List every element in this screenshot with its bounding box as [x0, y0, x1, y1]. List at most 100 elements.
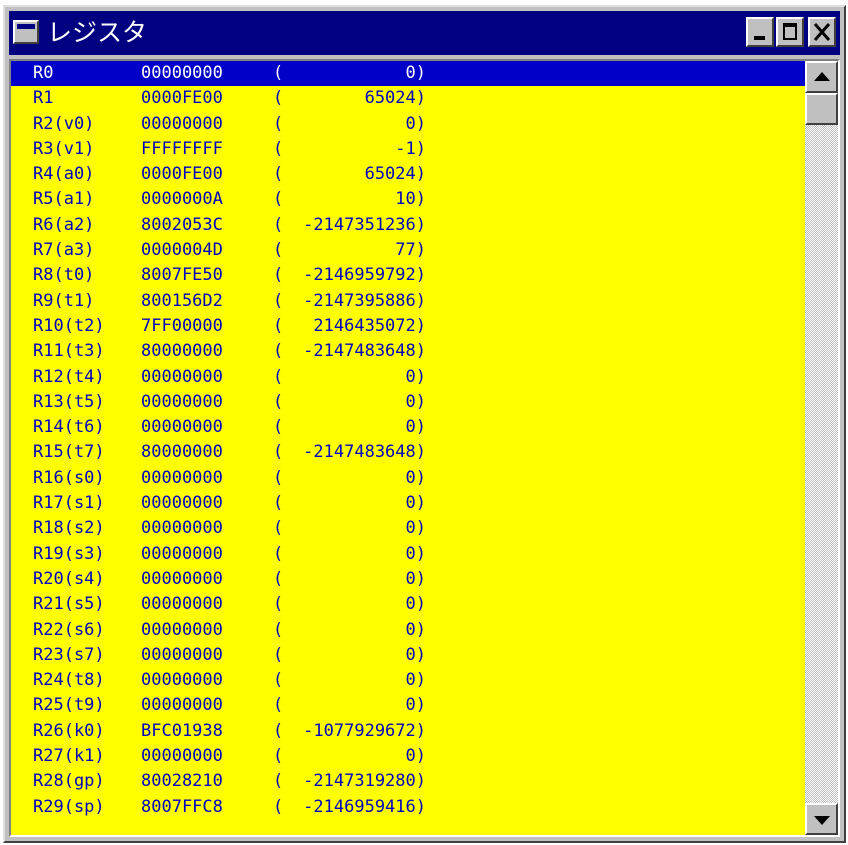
register-row[interactable]: R2(v0) 00000000(0) — [11, 112, 813, 137]
register-list[interactable]: R0 00000000(0) R1 0000FE00(65024) R2(v0) 0000… — [11, 61, 813, 835]
register-hex-value: 00000000 — [141, 619, 223, 640]
register-decimal-value: 0) — [405, 594, 426, 615]
register-row[interactable]: R15(t7) 80000000(-2147483648) — [11, 440, 813, 465]
vertical-scrollbar[interactable] — [805, 61, 838, 835]
scroll-up-button[interactable] — [805, 61, 838, 93]
register-decimal-value: 0) — [405, 366, 426, 387]
register-row[interactable]: R5(a1) 0000000A(10) — [11, 187, 813, 212]
register-hex-value: 800156D2 — [141, 290, 223, 311]
register-hex-value: 00000000 — [141, 644, 223, 665]
register-decimal-value: -2147395886) — [303, 290, 426, 311]
register-name: R11(t3) — [33, 341, 105, 362]
register-row[interactable]: R18(s2) 00000000(0) — [11, 516, 813, 541]
register-row[interactable]: R9(t1) 800156D2(-2147395886) — [11, 289, 813, 314]
register-name: R2(v0) — [33, 113, 95, 134]
register-decimal-value: 0) — [405, 467, 426, 488]
register-hex-value: 00000000 — [141, 366, 223, 387]
register-hex-value: 7FF00000 — [141, 315, 223, 336]
window-title: レジスタ — [47, 18, 148, 47]
register-row[interactable]: R3(v1) FFFFFFFF(-1) — [11, 137, 813, 162]
register-name: R20(s4) — [33, 568, 105, 589]
register-name: R9(t1) — [33, 290, 95, 311]
register-row[interactable]: R7(a3) 0000004D(77) — [11, 238, 813, 263]
register-name: R1 — [33, 88, 54, 109]
register-hex-value: 00000000 — [141, 695, 223, 716]
register-row[interactable]: R17(s1) 00000000(0) — [11, 491, 813, 516]
register-name: R5(a1) — [33, 189, 95, 210]
register-row[interactable]: R23(s7) 00000000(0) — [11, 643, 813, 668]
register-name: R12(t4) — [33, 366, 105, 387]
register-row[interactable]: R1 0000FE00(65024) — [11, 86, 813, 111]
register-row[interactable]: R6(a2) 8002053C(-2147351236) — [11, 213, 813, 238]
register-row[interactable]: R16(s0) 00000000(0) — [11, 466, 813, 491]
title-bar[interactable]: レジスタ — [9, 11, 840, 55]
register-name: R16(s0) — [33, 467, 105, 488]
register-name: R15(t7) — [33, 442, 105, 463]
register-name: R8(t0) — [33, 265, 95, 286]
register-row[interactable]: R25(t9) 00000000(0) — [11, 693, 813, 718]
register-name: R14(t6) — [33, 417, 105, 438]
register-row[interactable]: R20(s4) 00000000(0) — [11, 567, 813, 592]
register-decimal-value: 0) — [405, 493, 426, 514]
register-hex-value: 00000000 — [141, 417, 223, 438]
register-row[interactable]: R4(a0) 0000FE00(65024) — [11, 162, 813, 187]
register-row[interactable]: R21(s5) 00000000(0) — [11, 592, 813, 617]
register-name: R26(k0) — [33, 720, 105, 741]
register-decimal-value: 0) — [405, 670, 426, 691]
register-hex-value: 00000000 — [141, 543, 223, 564]
register-decimal-value: 0) — [405, 391, 426, 412]
scroll-thumb[interactable] — [805, 93, 838, 125]
register-hex-value: 0000FE00 — [141, 164, 223, 185]
register-row[interactable]: R24(t8) 00000000(0) — [11, 668, 813, 693]
maximize-button[interactable] — [776, 17, 804, 47]
register-name: R13(t5) — [33, 391, 105, 412]
register-name: R29(sp) — [33, 796, 105, 817]
register-name: R28(gp) — [33, 771, 105, 792]
register-row[interactable]: R14(t6) 00000000(0) — [11, 415, 813, 440]
register-name: R21(s5) — [33, 594, 105, 615]
register-row[interactable]: R28(gp) 80028210(-2147319280) — [11, 769, 813, 794]
register-name: R24(t8) — [33, 670, 105, 691]
close-button[interactable] — [808, 17, 836, 47]
close-icon — [810, 19, 834, 45]
register-row[interactable]: R10(t2) 7FF00000(2146435072) — [11, 314, 813, 339]
register-decimal-value: -2147319280) — [303, 771, 426, 792]
register-hex-value: 00000000 — [141, 594, 223, 615]
register-name: R23(s7) — [33, 644, 105, 665]
register-decimal-value: -2146959792) — [303, 265, 426, 286]
arrow-up-icon — [814, 72, 830, 81]
register-row[interactable]: R29(sp) 8007FFC8(-2146959416) — [11, 795, 813, 820]
register-decimal-value: 0) — [405, 746, 426, 767]
register-hex-value: 00000000 — [141, 746, 223, 767]
register-name: R25(t9) — [33, 695, 105, 716]
register-row[interactable]: R22(s6) 00000000(0) — [11, 618, 813, 643]
register-name: R6(a2) — [33, 214, 95, 235]
register-row[interactable]: R13(t5) 00000000(0) — [11, 390, 813, 415]
register-name: R22(s6) — [33, 619, 105, 640]
register-decimal-value: 10) — [395, 189, 426, 210]
register-row[interactable]: R11(t3) 80000000(-2147483648) — [11, 339, 813, 364]
register-row[interactable]: R27(k1) 00000000(0) — [11, 744, 813, 769]
register-row[interactable]: R8(t0) 8007FE50(-2146959792) — [11, 263, 813, 288]
register-row[interactable]: R26(k0) BFC01938(-1077929672) — [11, 719, 813, 744]
register-decimal-value: 0) — [405, 543, 426, 564]
register-decimal-value: 0) — [405, 63, 426, 83]
register-decimal-value: -2147483648) — [303, 341, 426, 362]
minimize-button[interactable] — [746, 17, 774, 47]
scroll-down-button[interactable] — [805, 803, 838, 835]
register-name: R19(s3) — [33, 543, 105, 564]
register-decimal-value: 0) — [405, 113, 426, 134]
register-decimal-value: 0) — [405, 644, 426, 665]
register-decimal-value: -2147351236) — [303, 214, 426, 235]
register-hex-value: 00000000 — [141, 670, 223, 691]
register-decimal-value: 0) — [405, 695, 426, 716]
register-name: R3(v1) — [33, 138, 95, 159]
window-system-icon[interactable] — [13, 20, 39, 44]
register-hex-value: 0000004D — [141, 240, 223, 261]
register-row[interactable]: R19(s3) 00000000(0) — [11, 542, 813, 567]
register-row[interactable]: R0 00000000(0) — [11, 61, 813, 87]
register-name: R7(a3) — [33, 240, 95, 261]
register-hex-value: 0000FE00 — [141, 88, 223, 109]
register-row[interactable]: R12(t4) 00000000(0) — [11, 365, 813, 390]
register-hex-value: 00000000 — [141, 391, 223, 412]
